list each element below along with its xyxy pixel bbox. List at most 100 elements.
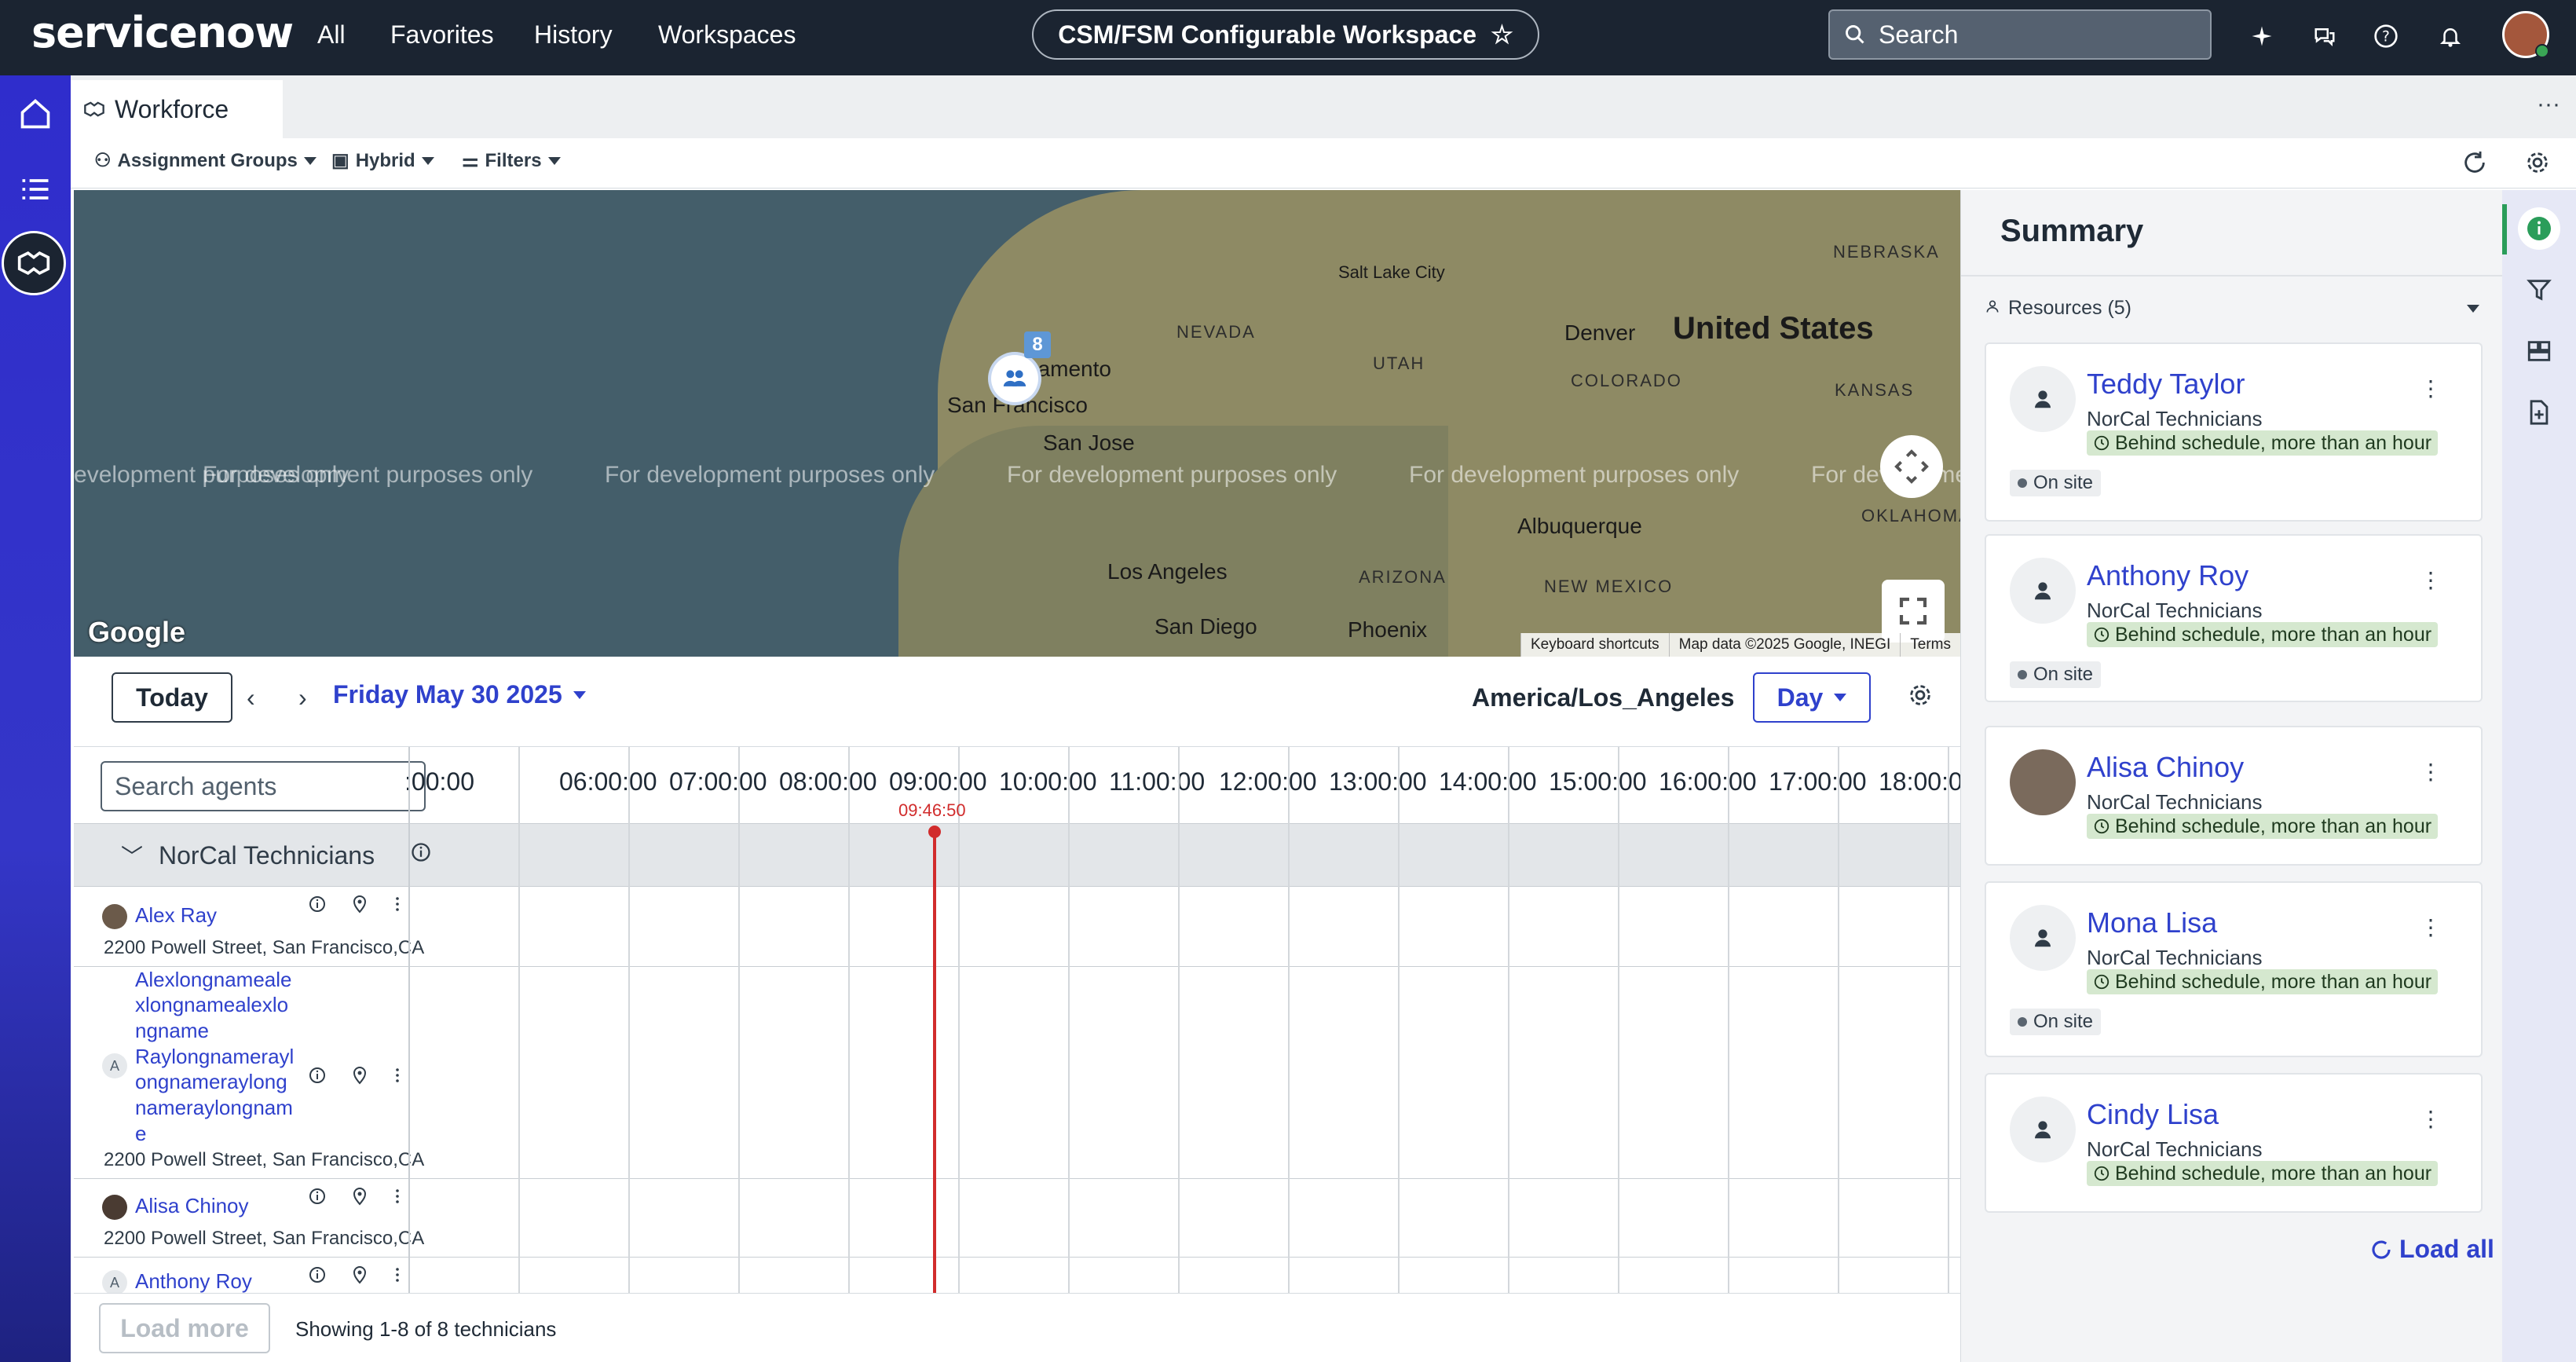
assignment-groups-dropdown[interactable]: ⚇ Assignment Groups — [94, 149, 317, 172]
kebab-menu-icon[interactable]: ⋮ — [2420, 1106, 2442, 1132]
tab-workforce[interactable]: Workforce — [71, 80, 283, 138]
technician-cluster-marker[interactable] — [991, 355, 1038, 402]
workspace-pill[interactable]: CSM/FSM Configurable Workspace ☆ — [1032, 9, 1539, 60]
resource-group: NorCal Technicians — [2087, 599, 2263, 622]
kebab-menu-icon[interactable]: ⋮ — [2420, 914, 2442, 940]
resource-name[interactable]: Mona Lisa — [2087, 906, 2217, 939]
agent-name-line[interactable]: Alexlongnameale — [135, 967, 291, 993]
keyboard-shortcuts-link[interactable]: Keyboard shortcuts — [1520, 633, 1669, 657]
bell-icon[interactable] — [2433, 19, 2468, 53]
kebab-menu-icon[interactable] — [386, 1264, 408, 1286]
nav-favorites[interactable]: Favorites — [390, 20, 494, 49]
load-more-button[interactable]: Load more — [99, 1303, 270, 1353]
terms-link[interactable]: Terms — [1900, 633, 1960, 657]
hour-gridline — [1728, 747, 1729, 1293]
filter-icon[interactable] — [2518, 269, 2560, 311]
chevron-left-icon[interactable]: ‹ — [247, 683, 255, 712]
status-badge: Behind schedule, more than an hour — [2087, 1161, 2439, 1186]
map-label-albuquerque: Albuquerque — [1517, 514, 1642, 538]
status-dot-icon — [2018, 1017, 2027, 1027]
hour-label: 08:00:00 — [779, 767, 877, 796]
filters-dropdown[interactable]: ⚌ Filters — [462, 149, 561, 172]
location-pin-icon[interactable] — [349, 1064, 371, 1086]
map-view[interactable]: Salt Lake City Denver United States Sacr… — [74, 190, 1960, 657]
home-icon[interactable] — [13, 91, 58, 137]
group-row[interactable]: ﹀ NorCal Technicians — [74, 824, 1960, 887]
workforce-nav-icon[interactable] — [2, 231, 66, 295]
help-icon[interactable]: ? — [2369, 19, 2403, 53]
agent-name-line[interactable]: ngname — [135, 1018, 209, 1044]
settings-icon[interactable] — [2524, 149, 2552, 178]
chat-icon[interactable] — [2307, 19, 2342, 53]
search-agents-input[interactable]: Search agents — [101, 761, 426, 811]
location-pin-icon[interactable] — [349, 1264, 371, 1286]
clock-icon — [2094, 435, 2109, 451]
load-all-button[interactable]: Load all — [2369, 1235, 2494, 1264]
agent-name-line[interactable]: e — [135, 1121, 146, 1147]
resource-name[interactable]: Cindy Lisa — [2087, 1098, 2219, 1131]
info-icon[interactable] — [410, 841, 432, 867]
workforce-icon — [84, 101, 104, 117]
schedule-settings-icon[interactable] — [1907, 682, 1935, 710]
info-icon[interactable] — [2518, 207, 2560, 250]
global-search[interactable]: Search — [1828, 9, 2212, 60]
resource-card[interactable]: Anthony Roy NorCal Technicians Behind sche… — [1985, 534, 2483, 702]
info-icon[interactable] — [306, 1064, 328, 1086]
avatar — [102, 904, 127, 929]
dev-watermark: For development purposes only — [1007, 462, 1337, 488]
chevron-down-icon[interactable]: ﹀ — [121, 840, 143, 871]
chevron-down-icon[interactable] — [2467, 304, 2479, 313]
hour-gridline — [958, 747, 960, 1293]
location-pin-icon[interactable] — [349, 893, 371, 915]
tab-label: Workforce — [115, 94, 229, 123]
kebab-menu-icon[interactable] — [386, 1185, 408, 1207]
resources-label: Resources (5) — [2008, 297, 2131, 319]
more-options-icon[interactable]: ··· — [2537, 91, 2560, 118]
agent-name-line[interactable]: xlongnamealexlo — [135, 992, 288, 1018]
agent-name[interactable]: Alisa Chinoy — [135, 1193, 249, 1219]
map-pan-control[interactable] — [1880, 435, 1943, 498]
agent-name[interactable]: Anthony Roy — [135, 1269, 252, 1293]
kebab-menu-icon[interactable] — [386, 893, 408, 915]
layout-icon[interactable] — [2518, 330, 2560, 372]
resource-card[interactable]: Cindy Lisa NorCal Technicians Behind sched… — [1985, 1073, 2483, 1213]
resource-card[interactable]: Teddy Taylor NorCal Technicians Behind sch… — [1985, 342, 2483, 522]
kebab-menu-icon[interactable]: ⋮ — [2420, 759, 2442, 785]
resource-name[interactable]: Anthony Roy — [2087, 559, 2249, 592]
agent-name[interactable]: Alex Ray — [135, 903, 217, 928]
nav-history[interactable]: History — [534, 20, 613, 49]
resource-card[interactable]: Mona Lisa NorCal Technicians Behind schedu… — [1985, 881, 2483, 1057]
nav-workspaces[interactable]: Workspaces — [658, 20, 796, 49]
servicenow-logo[interactable]: servicenow — [31, 8, 294, 57]
resource-name[interactable]: Alisa Chinoy — [2087, 751, 2244, 784]
kebab-menu-icon[interactable]: ⋮ — [2420, 375, 2442, 401]
resources-header[interactable]: Resources (5) — [1985, 297, 2479, 320]
view-day-dropdown[interactable]: Day — [1753, 672, 1871, 723]
agent-name-line[interactable]: Raylongnamerayl — [135, 1044, 294, 1070]
info-icon[interactable] — [306, 893, 328, 915]
location-pin-icon[interactable] — [349, 1185, 371, 1207]
add-document-icon[interactable] — [2518, 391, 2560, 434]
sparkle-icon[interactable] — [2245, 19, 2279, 53]
map-state-arizona: ARIZONA — [1359, 567, 1447, 587]
hour-gridline — [1948, 747, 1949, 1293]
kebab-menu-icon[interactable]: ⋮ — [2420, 567, 2442, 593]
hybrid-dropdown[interactable]: ▣ Hybrid — [331, 149, 434, 172]
resource-name[interactable]: Teddy Taylor — [2087, 368, 2245, 401]
date-picker[interactable]: Friday May 30 2025 — [333, 680, 586, 709]
star-icon[interactable]: ☆ — [1491, 20, 1513, 49]
summary-panel: Summary Resources (5) Teddy Taylor NorCal… — [1960, 190, 2503, 1362]
refresh-icon[interactable] — [2461, 149, 2490, 178]
chevron-right-icon[interactable]: › — [298, 683, 307, 712]
info-icon[interactable] — [306, 1185, 328, 1207]
agent-name-line[interactable]: nameraylongnam — [135, 1095, 293, 1121]
map-label-san-diego: San Diego — [1154, 614, 1257, 639]
nav-all[interactable]: All — [317, 20, 346, 49]
list-icon[interactable] — [13, 167, 58, 212]
agent-name-line[interactable]: ongnameraylong — [135, 1069, 287, 1095]
kebab-menu-icon[interactable] — [386, 1064, 408, 1086]
schedule-footer: Load more Showing 1-8 of 8 technicians — [74, 1293, 1960, 1362]
today-button[interactable]: Today — [112, 672, 232, 723]
resource-card[interactable]: Alisa Chinoy NorCal Technicians Behind sch… — [1985, 726, 2483, 866]
info-icon[interactable] — [306, 1264, 328, 1286]
